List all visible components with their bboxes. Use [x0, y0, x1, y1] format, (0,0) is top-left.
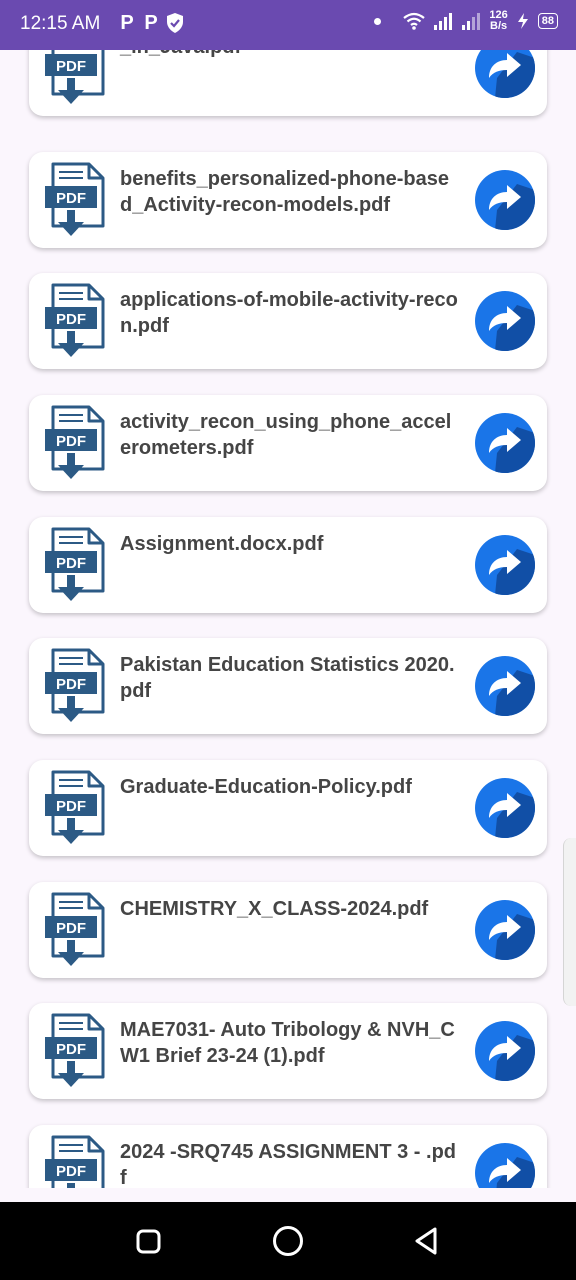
battery-level: 88 [537, 13, 558, 29]
pdf-badge-label: PDF [56, 676, 86, 693]
share-arrow-icon [489, 427, 535, 473]
share-arrow-icon [489, 52, 535, 98]
file-name: benefits_personalized-phone-based_Activi… [120, 168, 449, 216]
file-name: _in_Java.pdf [120, 50, 460, 60]
file-name: Assignment.docx.pdf [120, 533, 324, 555]
pdf-file-icon: PDF [45, 405, 105, 479]
share-button[interactable] [475, 170, 535, 230]
home-icon[interactable] [271, 1224, 305, 1260]
status-time: 12:15 AM [20, 13, 101, 34]
share-arrow-icon [489, 792, 535, 838]
share-button[interactable] [475, 535, 535, 595]
pdf-file-icon: PDF [45, 527, 105, 601]
share-arrow-icon [489, 1035, 535, 1081]
file-name: CHEMISTRY_X_CLASS-2024.pdf [120, 898, 429, 920]
file-card[interactable]: PDF applications-of-mobile-activity-reco… [29, 273, 547, 369]
notification-icons: P P [118, 12, 184, 35]
share-button[interactable] [475, 900, 535, 960]
recents-icon[interactable] [136, 1224, 162, 1260]
pdf-file-icon: PDF [45, 162, 105, 236]
share-button[interactable] [475, 413, 535, 473]
pdf-badge-label: PDF [56, 798, 86, 815]
charging-icon [517, 13, 528, 29]
pdf-badge-label: PDF [56, 1041, 86, 1058]
file-name: activity_recon_using_phone_accelerometer… [120, 411, 452, 459]
file-card[interactable]: PDF benefits_personalized-phone-based_Ac… [29, 152, 547, 248]
pdf-file-icon: PDF [45, 892, 105, 966]
file-card[interactable]: PDF CHEMISTRY_X_CLASS-2024.pdf [29, 882, 547, 978]
pdf-file-icon: PDF [45, 770, 105, 844]
scroll-handle[interactable] [563, 838, 576, 1006]
status-bar: 12:15 AM P P 126 B/s 88 [0, 0, 576, 50]
file-card[interactable]: PDF Assignment.docx.pdf [29, 517, 547, 613]
share-button[interactable] [475, 1021, 535, 1081]
navigation-bar [0, 1202, 576, 1280]
pdf-file-icon: PDF [45, 283, 105, 357]
file-name: Graduate-Education-Policy.pdf [120, 776, 412, 798]
pdf-badge-label: PDF [56, 58, 86, 75]
share-arrow-icon [489, 914, 535, 960]
file-card[interactable]: PDF _in_Java.pdf [29, 50, 547, 116]
file-name: 2024 -SRQ745 ASSIGNMENT 3 - .pdf [120, 1141, 457, 1188]
back-icon[interactable] [413, 1224, 441, 1260]
share-arrow-icon [489, 549, 535, 595]
shield-icon [167, 13, 183, 33]
pdf-badge-label: PDF [56, 311, 86, 328]
file-name: MAE7031- Auto Tribology & NVH_CW1 Brief … [120, 1019, 455, 1067]
pdf-badge-label: PDF [56, 920, 86, 937]
file-list[interactable]: PDF _in_Java.pdf PDF benefits_personaliz… [0, 50, 576, 1188]
pdf-badge-label: PDF [56, 1163, 86, 1180]
pdf-file-icon: PDF [45, 1013, 105, 1087]
file-card[interactable]: PDF 2024 -SRQ745 ASSIGNMENT 3 - .pdf [29, 1125, 547, 1188]
share-button[interactable] [475, 778, 535, 838]
file-name: applications-of-mobile-activity-recon.pd… [120, 289, 458, 337]
file-card[interactable]: PDF activity_recon_using_phone_accelerom… [29, 395, 547, 491]
file-card[interactable]: PDF MAE7031- Auto Tribology & NVH_CW1 Br… [29, 1003, 547, 1099]
pdf-file-icon: PDF [45, 50, 105, 104]
share-button[interactable] [475, 656, 535, 716]
signal-icon [462, 13, 481, 30]
file-card[interactable]: PDF Graduate-Education-Policy.pdf [29, 760, 547, 856]
signal-icon [434, 13, 453, 30]
share-arrow-icon [489, 670, 535, 716]
notification-dot [374, 17, 382, 25]
share-button[interactable] [475, 50, 535, 98]
pdf-badge-label: PDF [56, 433, 86, 450]
pdf-file-icon: PDF [45, 648, 105, 722]
pdf-badge-label: PDF [56, 555, 86, 572]
file-name: Pakistan Education Statistics 2020.pdf [120, 654, 455, 702]
share-arrow-icon [489, 1157, 535, 1188]
share-button[interactable] [475, 291, 535, 351]
share-button[interactable] [475, 1143, 535, 1188]
p-app-icon: P [120, 12, 134, 34]
network-speed: 126 B/s [489, 9, 508, 32]
pdf-file-icon: PDF [45, 1135, 105, 1188]
status-indicators: 126 B/s 88 [374, 10, 558, 32]
pdf-badge-label: PDF [56, 190, 86, 207]
file-card[interactable]: PDF Pakistan Education Statistics 2020.p… [29, 638, 547, 734]
wifi-icon [403, 12, 426, 30]
share-arrow-icon [489, 184, 535, 230]
p-app-icon: P [144, 12, 158, 34]
share-arrow-icon [489, 305, 535, 351]
